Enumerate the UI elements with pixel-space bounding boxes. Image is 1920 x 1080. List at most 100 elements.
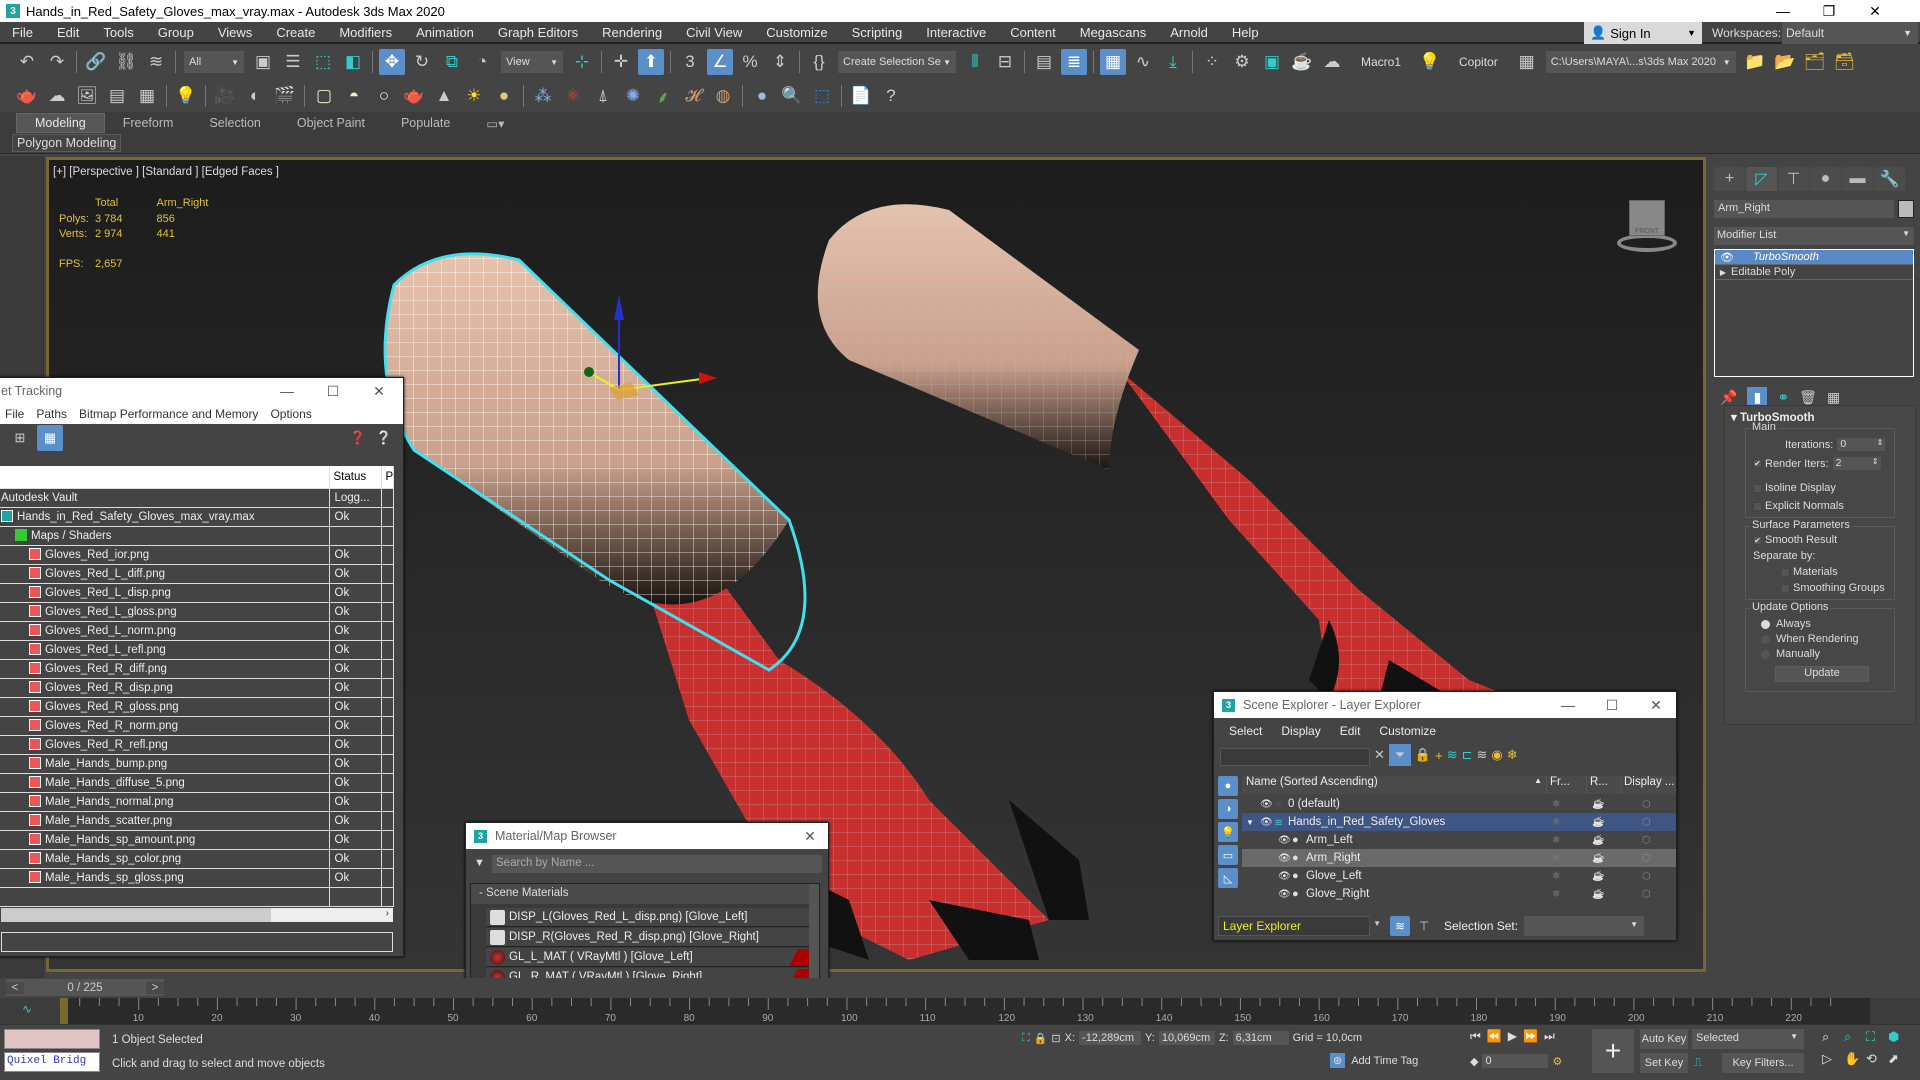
pin-stack-icon[interactable]: 📌 (1720, 389, 1737, 406)
column-header-name[interactable] (0, 466, 330, 489)
menu-interactive[interactable]: Interactive (914, 25, 998, 40)
asset-row[interactable]: Hands_in_Red_Safety_Gloves_max_vray.max O… (0, 507, 394, 527)
renderable-teapot-icon[interactable]: ☕ (1592, 835, 1604, 846)
make-unique-icon[interactable]: ⚭ (1777, 389, 1789, 406)
asset-row[interactable]: Male_Hands_diffuse_5.png Ok (0, 773, 394, 793)
object-name-field[interactable]: Arm_Right (1714, 200, 1894, 218)
ribbon-tab-selection[interactable]: Selection (191, 113, 278, 133)
cloud-icon[interactable]: ☁ (44, 83, 70, 109)
undo-icon[interactable]: ↶ (14, 49, 40, 75)
material-browser-titlebar[interactable]: 3 Material/Map Browser ✕ (466, 823, 828, 849)
grid-panel-icon[interactable]: ▦ (134, 83, 160, 109)
project-path-dropdown[interactable]: C:\Users\MAYA\...s\3ds Max 2020 ▼ (1545, 51, 1736, 73)
asset-tracking-titlebar[interactable]: et Tracking — ☐ ✕ (0, 378, 403, 404)
scale-icon[interactable]: ⧉ (439, 49, 465, 75)
renderable-teapot-icon[interactable]: ☕ (1592, 853, 1604, 864)
material-item[interactable]: GL_L_MAT ( VRayMtl ) [Glove_Left] (486, 948, 819, 967)
scene-tree-row[interactable]: 👁 ● Arm_Left ❄ ☕ ⬡ (1242, 831, 1676, 849)
curve-editor-icon[interactable]: ∿ (1130, 49, 1156, 75)
asset-row[interactable]: Male_Hands_normal.png Ok (0, 792, 394, 812)
hierarchy-mode-icon[interactable]: ⊤ (1414, 916, 1434, 936)
menu-content[interactable]: Content (998, 25, 1068, 40)
menu-create[interactable]: Create (264, 25, 327, 40)
renderable-teapot-icon[interactable]: ☕ (1592, 889, 1604, 900)
asset-row[interactable]: Male_Hands_scatter.png Ok (0, 811, 394, 831)
menu-views[interactable]: Views (206, 25, 264, 40)
freeze-icon[interactable]: ❄ (1552, 853, 1560, 864)
next-frame-icon[interactable]: > (146, 981, 164, 994)
configure-sets-icon[interactable]: ▦ (1827, 389, 1840, 406)
ref-coord-dropdown[interactable]: View ▼ (501, 51, 563, 73)
visibility-eye-icon[interactable]: 👁 (1278, 853, 1291, 864)
scene-search-input[interactable] (1220, 748, 1370, 766)
display-box-icon[interactable]: ⬡ (1642, 889, 1651, 900)
project-tree-icon[interactable]: 🗃 (1832, 49, 1858, 75)
zoom-all-icon[interactable]: ⌕ (1844, 1029, 1866, 1045)
column-header-path[interactable]: Pr (381, 466, 394, 489)
freeze-icon[interactable]: ❄ (1552, 871, 1560, 882)
maximize-button[interactable]: ☐ (1594, 692, 1630, 718)
asset-menu-options[interactable]: Options (270, 407, 311, 421)
scene-tree-row[interactable]: 👁 ● Glove_Right ❄ ☕ ⬡ (1242, 885, 1676, 903)
asset-row[interactable]: Gloves_Red_R_disp.png Ok (0, 678, 394, 698)
collapse-arrow-icon[interactable]: ▼ (1246, 818, 1254, 827)
snaps-toggle-icon[interactable]: 3 (677, 49, 703, 75)
x-field[interactable]: -12,289cm (1079, 1031, 1142, 1045)
curve-editor-mini-icon[interactable]: ∿ (22, 1002, 32, 1016)
shapes-filter-icon[interactable]: ◑ (1218, 799, 1238, 819)
scene-tree-row[interactable]: 👁 ≋ 0 (default) ❄ ☕ ⬡ (1242, 795, 1676, 813)
lightbulb-icon[interactable]: 💡 (1417, 49, 1443, 75)
modify-tab-icon[interactable]: ◸ (1746, 167, 1777, 191)
scene-menu-select[interactable]: Select (1229, 724, 1262, 738)
clear-search-icon[interactable]: ✕ (1374, 747, 1385, 763)
window-crossing-icon[interactable]: ◧ (340, 49, 366, 75)
timeline-ruler[interactable]: 0102030405060708090100110120130140150160… (60, 998, 1870, 1024)
plane-light-icon[interactable]: ▢ (311, 83, 337, 109)
orbit-icon[interactable]: ⟲ (1866, 1051, 1888, 1067)
asset-row[interactable]: Male_Hands_bump.png Ok (0, 754, 394, 774)
default-tangent-icon[interactable]: ⎍ (1694, 1055, 1702, 1070)
asset-row[interactable]: Male_Hands_sp_color.png Ok (0, 849, 394, 869)
workspace-select[interactable]: Default ▼ (1782, 22, 1918, 44)
renderable-teapot-icon[interactable]: ☕ (1592, 799, 1604, 810)
lights-filter-icon[interactable]: 💡 (1218, 822, 1238, 842)
display-box-icon[interactable]: ⬡ (1642, 853, 1651, 864)
eye-icon[interactable]: 👁 (1715, 251, 1739, 264)
freeze-icon[interactable]: ❄ (1507, 747, 1518, 763)
ribbon-tab-freeform[interactable]: Freeform (105, 113, 192, 133)
render-setup-icon[interactable]: ⚙ (1229, 49, 1255, 75)
maximize-viewport-icon[interactable]: ⬈ (1888, 1051, 1910, 1067)
column-header-frozen[interactable]: Fr... (1547, 776, 1587, 794)
ribbon-options-icon[interactable]: ▭▾ (468, 113, 522, 133)
next-key-icon[interactable]: ⏩ (1523, 1029, 1538, 1044)
set-key-button[interactable]: Set Key (1640, 1053, 1688, 1073)
spinner-snap-icon[interactable]: ⇕ (767, 49, 793, 75)
smooth-result-checkbox[interactable]: ✔ (1753, 535, 1762, 545)
schematic-view-icon[interactable]: ⤓ (1160, 49, 1186, 75)
edit-named-selection-icon[interactable]: {} (806, 49, 832, 75)
y-field[interactable]: 10,069cm (1158, 1031, 1215, 1045)
track-bar[interactable]: ∿ 01020304050607080901001101201301401501… (0, 998, 1920, 1024)
scroll-right-icon[interactable]: › (386, 908, 389, 919)
placement-icon[interactable]: ◔ (469, 49, 495, 75)
ribbon-tab-populate[interactable]: Populate (383, 113, 468, 133)
angle-snap-icon[interactable]: ∠ (707, 49, 733, 75)
maxscript-input[interactable]: Quixel Bridg (4, 1052, 100, 1072)
list-panel-icon[interactable]: ▤ (104, 83, 130, 109)
lock-icon[interactable]: 🔒 (1415, 747, 1431, 763)
field-of-view-icon[interactable]: ▷ (1822, 1051, 1844, 1067)
menu-tools[interactable]: Tools (91, 25, 145, 40)
material-lookup-icon[interactable]: 🔍 (779, 83, 805, 109)
show-end-result-icon[interactable]: ▮ (1747, 387, 1768, 407)
modifier-list-dropdown[interactable]: Modifier List ▼ (1714, 227, 1914, 245)
ribbon-tab-object-paint[interactable]: Object Paint (279, 113, 383, 133)
geometry-filter-icon[interactable]: ● (1218, 776, 1238, 796)
materials-checkbox[interactable] (1781, 567, 1790, 577)
percent-snap-icon[interactable]: % (737, 49, 763, 75)
when-rendering-radio[interactable] (1761, 634, 1770, 644)
arm-right-model[interactable] (383, 252, 807, 672)
menu-megascans[interactable]: Megascans (1068, 25, 1158, 40)
rotate-icon[interactable]: ↻ (409, 49, 435, 75)
project-settings-icon[interactable]: 📁 (1742, 49, 1768, 75)
scene-tree-row[interactable]: 👁 ● Glove_Left ❄ ☕ ⬡ (1242, 867, 1676, 885)
